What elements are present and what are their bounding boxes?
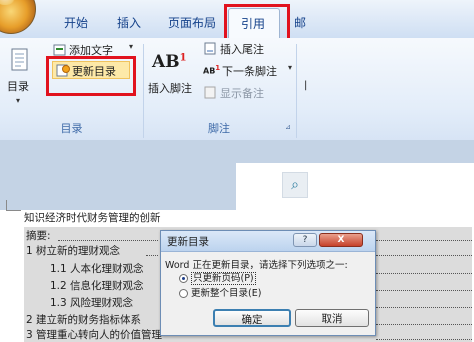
dialog-message: Word 正在更新目录，请选择下列选项之一: bbox=[165, 260, 348, 271]
toc-line[interactable]: 摘要: bbox=[26, 230, 51, 243]
toc-leader-dots bbox=[376, 331, 472, 340]
toc-line[interactable]: 1.2 信息化理财观念 bbox=[50, 280, 144, 293]
toc-leader-dots bbox=[146, 247, 158, 256]
document-toc-icon bbox=[11, 48, 28, 71]
insert-endnote-label: 插入尾注 bbox=[220, 43, 264, 56]
tab-insert[interactable]: 插入 bbox=[117, 12, 141, 34]
footnote-ab-icon: AB1 bbox=[152, 52, 187, 72]
document-title: 知识经济时代财务管理的创新 bbox=[24, 212, 161, 224]
toc-leader-dots bbox=[376, 299, 472, 308]
radio-selected-dot bbox=[182, 277, 185, 280]
add-text-dropdown-icon: ▾ bbox=[129, 42, 134, 51]
next-footnote-label: 下一条脚注 bbox=[222, 65, 277, 78]
next-group-partial: | bbox=[304, 80, 308, 91]
option-update-entire-table-label: 更新整个目录(E) bbox=[191, 288, 262, 299]
radio-update-entire-table[interactable] bbox=[179, 289, 188, 298]
option-page-numbers-only-label: 只更新页码(P) bbox=[191, 272, 256, 285]
show-notes-label: 显示备注 bbox=[220, 87, 264, 100]
toc-button[interactable]: 目录 ▾ bbox=[5, 46, 35, 116]
page-corner-mark bbox=[6, 200, 21, 211]
group-separator bbox=[296, 44, 297, 138]
search-icon[interactable]: ⌕ bbox=[282, 172, 308, 198]
cancel-button[interactable]: 取消 bbox=[295, 309, 369, 327]
toc-leader-dots bbox=[376, 232, 472, 241]
toc-line[interactable]: 1 树立新的理财观念 bbox=[26, 245, 120, 258]
dialog-title: 更新目录 bbox=[167, 236, 209, 248]
close-button[interactable]: X bbox=[319, 233, 363, 247]
toc-leader-dots bbox=[58, 232, 158, 241]
help-icon: ? bbox=[302, 235, 308, 245]
insert-endnote-icon bbox=[204, 42, 216, 55]
tab-page-layout[interactable]: 页面布局 bbox=[168, 12, 216, 34]
insert-footnote-button[interactable]: AB1 插入脚注 bbox=[146, 46, 198, 116]
close-icon: X bbox=[337, 235, 345, 245]
tab-mailings[interactable]: 邮 bbox=[294, 12, 306, 34]
footnotes-group-label: 脚注 bbox=[208, 122, 230, 135]
toc-group-label: 目录 bbox=[60, 122, 83, 135]
ok-button[interactable]: 确定 bbox=[213, 309, 291, 327]
toc-leader-dots bbox=[376, 265, 472, 274]
toc-line[interactable]: 3 管理重心转向人的价值管理 bbox=[26, 329, 162, 342]
add-text-icon bbox=[53, 44, 66, 56]
next-footnote-icon: AB1 bbox=[203, 64, 221, 76]
next-footnote-dropdown-icon: ▾ bbox=[288, 63, 293, 72]
toc-line[interactable]: 1.3 风险理财观念 bbox=[50, 297, 133, 310]
toc-leader-dots bbox=[376, 247, 472, 256]
toc-line[interactable]: 1.1 人本化理财观念 bbox=[50, 263, 144, 276]
tab-home[interactable]: 开始 bbox=[64, 12, 88, 34]
toc-button-label: 目录 bbox=[7, 80, 29, 93]
toc-leader-dots bbox=[376, 316, 472, 325]
tab-references-highlight bbox=[224, 4, 290, 42]
help-button[interactable]: ? bbox=[293, 233, 317, 247]
toc-line[interactable]: 2 建立新的财务指标体系 bbox=[26, 314, 141, 327]
toc-leader-dots bbox=[376, 282, 472, 291]
update-toc-highlight bbox=[46, 56, 136, 96]
update-toc-dialog: 更新目录 ? X Word 正在更新目录，请选择下列选项之一: 只更新页码(P)… bbox=[160, 230, 376, 336]
radio-page-numbers-only[interactable] bbox=[179, 274, 188, 283]
footnotes-dialog-launcher-icon[interactable]: ⊿ bbox=[285, 123, 293, 131]
page-preview bbox=[236, 163, 474, 210]
chevron-down-icon: ▾ bbox=[16, 96, 21, 105]
show-notes-icon bbox=[204, 86, 216, 99]
insert-footnote-label: 插入脚注 bbox=[148, 82, 192, 95]
office-button-highlight bbox=[0, 0, 17, 5]
